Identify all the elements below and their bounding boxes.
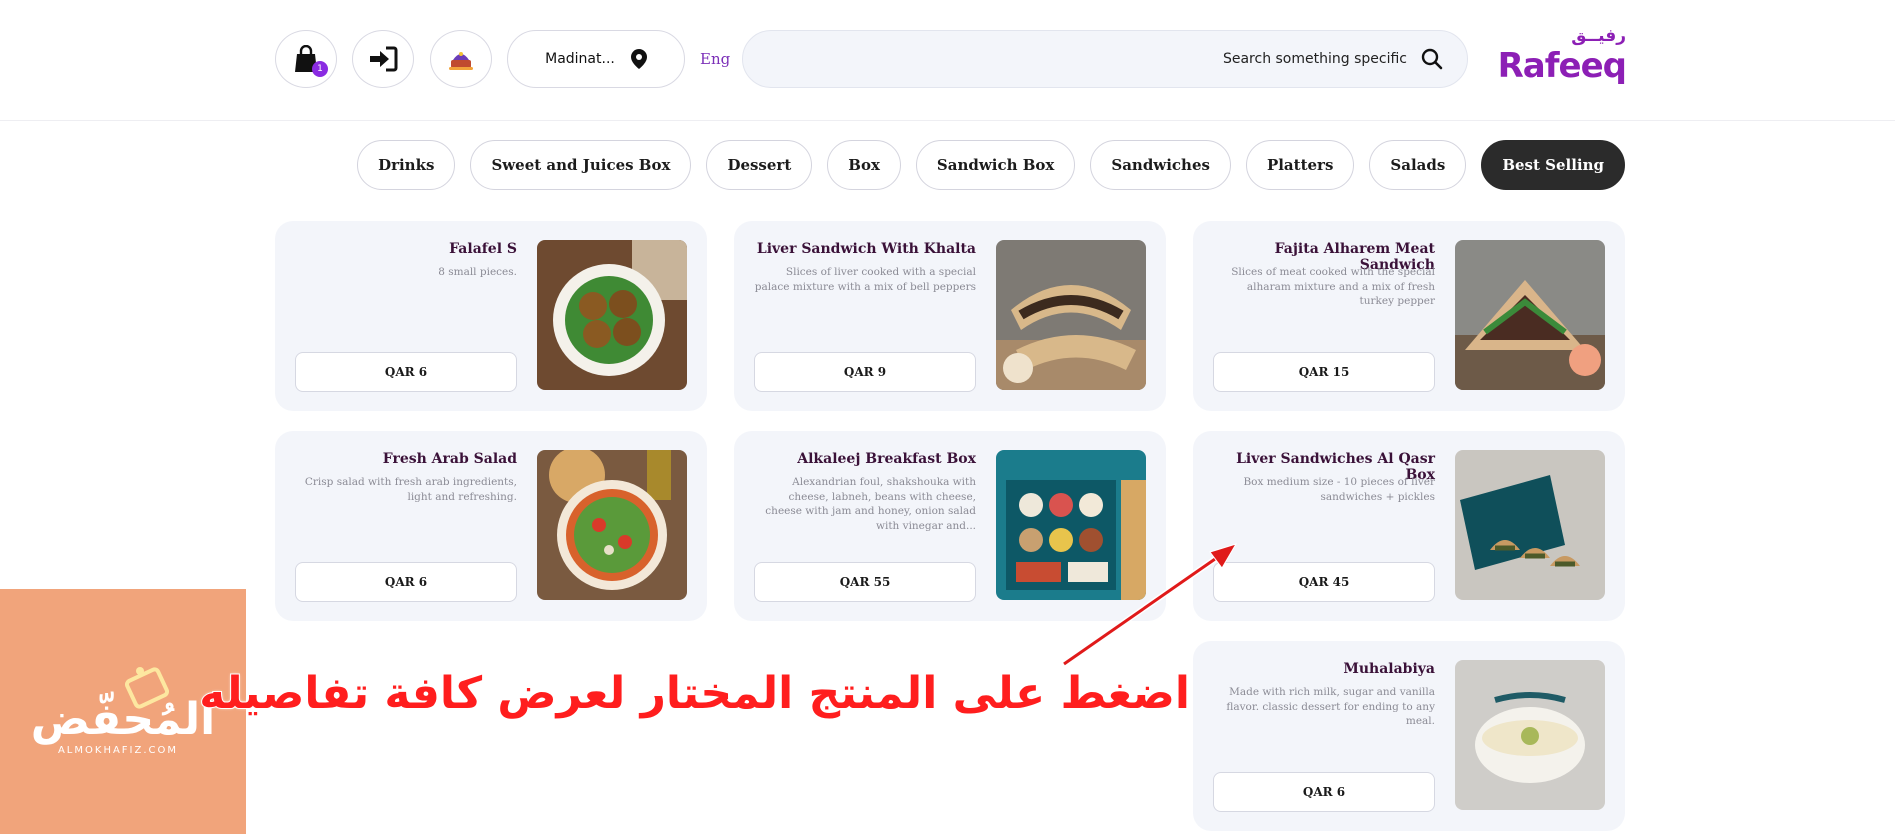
product-card[interactable]: Fresh Arab Salad Crisp salad with fresh … (275, 431, 707, 621)
product-name: Fresh Arab Salad (382, 451, 517, 467)
product-name: Liver Sandwich With Khalta (756, 241, 976, 257)
login-button[interactable] (352, 30, 414, 88)
add-to-cart-button[interactable]: QAR 15 (1213, 352, 1435, 392)
product-image[interactable] (537, 450, 687, 600)
product-card[interactable]: Liver Sandwiches Al Qasr Box Box medium … (1193, 431, 1625, 621)
product-card[interactable]: Liver Sandwich With Khalta Slices of liv… (734, 221, 1166, 411)
product-image[interactable] (1455, 660, 1605, 810)
cart-count-badge: 1 (312, 61, 328, 77)
product-card[interactable]: Fajita Alharem Meat Sandwich Slices of m… (1193, 221, 1625, 411)
ramadan-offers-button[interactable] (430, 30, 492, 88)
language-toggle[interactable]: Eng (700, 50, 730, 68)
product-description: Alexandrian foul, shakshouka with cheese… (765, 476, 976, 533)
annotation-arrow-icon (1062, 543, 1238, 667)
location-text: Madinat... (545, 51, 615, 67)
tab-dessert[interactable]: Dessert (706, 140, 813, 190)
search-bar[interactable]: Search something specific (742, 30, 1468, 88)
tab-salads[interactable]: Salads (1369, 140, 1467, 190)
watermark-latin-text: ALMOKHAFIZ.COM (58, 745, 178, 756)
add-to-cart-button[interactable]: QAR 55 (754, 562, 976, 602)
tab-sandwich-box[interactable]: Sandwich Box (915, 140, 1076, 190)
add-to-cart-button[interactable]: QAR 6 (295, 562, 517, 602)
product-description: 8 small pieces. (438, 266, 517, 278)
tab-platters[interactable]: Platters (1245, 140, 1355, 190)
rafeeq-logo[interactable]: رفيــق Rafeeq (1484, 26, 1627, 92)
add-to-cart-button[interactable]: QAR 9 (754, 352, 976, 392)
tab-sandwiches[interactable]: Sandwiches (1090, 140, 1231, 190)
product-description: Box medium size - 10 pieces of liver san… (1243, 476, 1435, 503)
tab-box[interactable]: Box (827, 140, 901, 190)
cart-button[interactable]: 1 (275, 30, 337, 88)
product-name: Alkaleej Breakfast Box (797, 451, 976, 467)
product-name: Falafel S (449, 241, 517, 257)
product-image[interactable] (1455, 240, 1605, 390)
logo-english: Rafeeq (1497, 46, 1627, 86)
tab-drinks[interactable]: Drinks (357, 140, 456, 190)
category-tabs: Best Selling Salads Platters Sandwiches … (357, 140, 1625, 190)
search-placeholder: Search something specific (1222, 51, 1407, 67)
product-description: Slices of liver cooked with a special pa… (754, 266, 976, 293)
logo-arabic: رفيــق (1571, 26, 1626, 46)
add-to-cart-button[interactable]: QAR 6 (295, 352, 517, 392)
watermark-arabic-text: المُحفّض (31, 692, 216, 745)
top-header: 1 Madinat... Eng Search something specif… (0, 0, 1895, 121)
tab-best-selling[interactable]: Best Selling (1481, 140, 1625, 190)
product-card[interactable]: Falafel S 8 small pieces. QAR 6 (275, 221, 707, 411)
add-to-cart-button[interactable]: QAR 45 (1213, 562, 1435, 602)
tab-sweet-and-juices-box[interactable]: Sweet and Juices Box (470, 140, 692, 190)
product-description: Slices of meat cooked with the special a… (1231, 266, 1435, 308)
product-description: Crisp salad with fresh arab ingredients,… (304, 476, 517, 503)
product-description: Made with rich milk, sugar and vanilla f… (1226, 686, 1435, 728)
search-icon[interactable] (1421, 48, 1443, 70)
product-card[interactable]: Muhalabiya Made with rich milk, sugar an… (1193, 641, 1625, 831)
add-to-cart-button[interactable]: QAR 6 (1213, 772, 1435, 812)
map-pin-icon (630, 49, 647, 69)
product-image[interactable] (537, 240, 687, 390)
sign-in-icon (370, 46, 398, 72)
product-name: Muhalabiya (1343, 661, 1435, 677)
product-image[interactable] (1455, 450, 1605, 600)
instruction-caption: اضغط على المنتج المختار لعرض كافة تفاصيل… (198, 667, 1191, 720)
location-selector[interactable]: Madinat... (507, 30, 685, 88)
product-image[interactable] (996, 240, 1146, 390)
lantern-icon (449, 52, 473, 70)
